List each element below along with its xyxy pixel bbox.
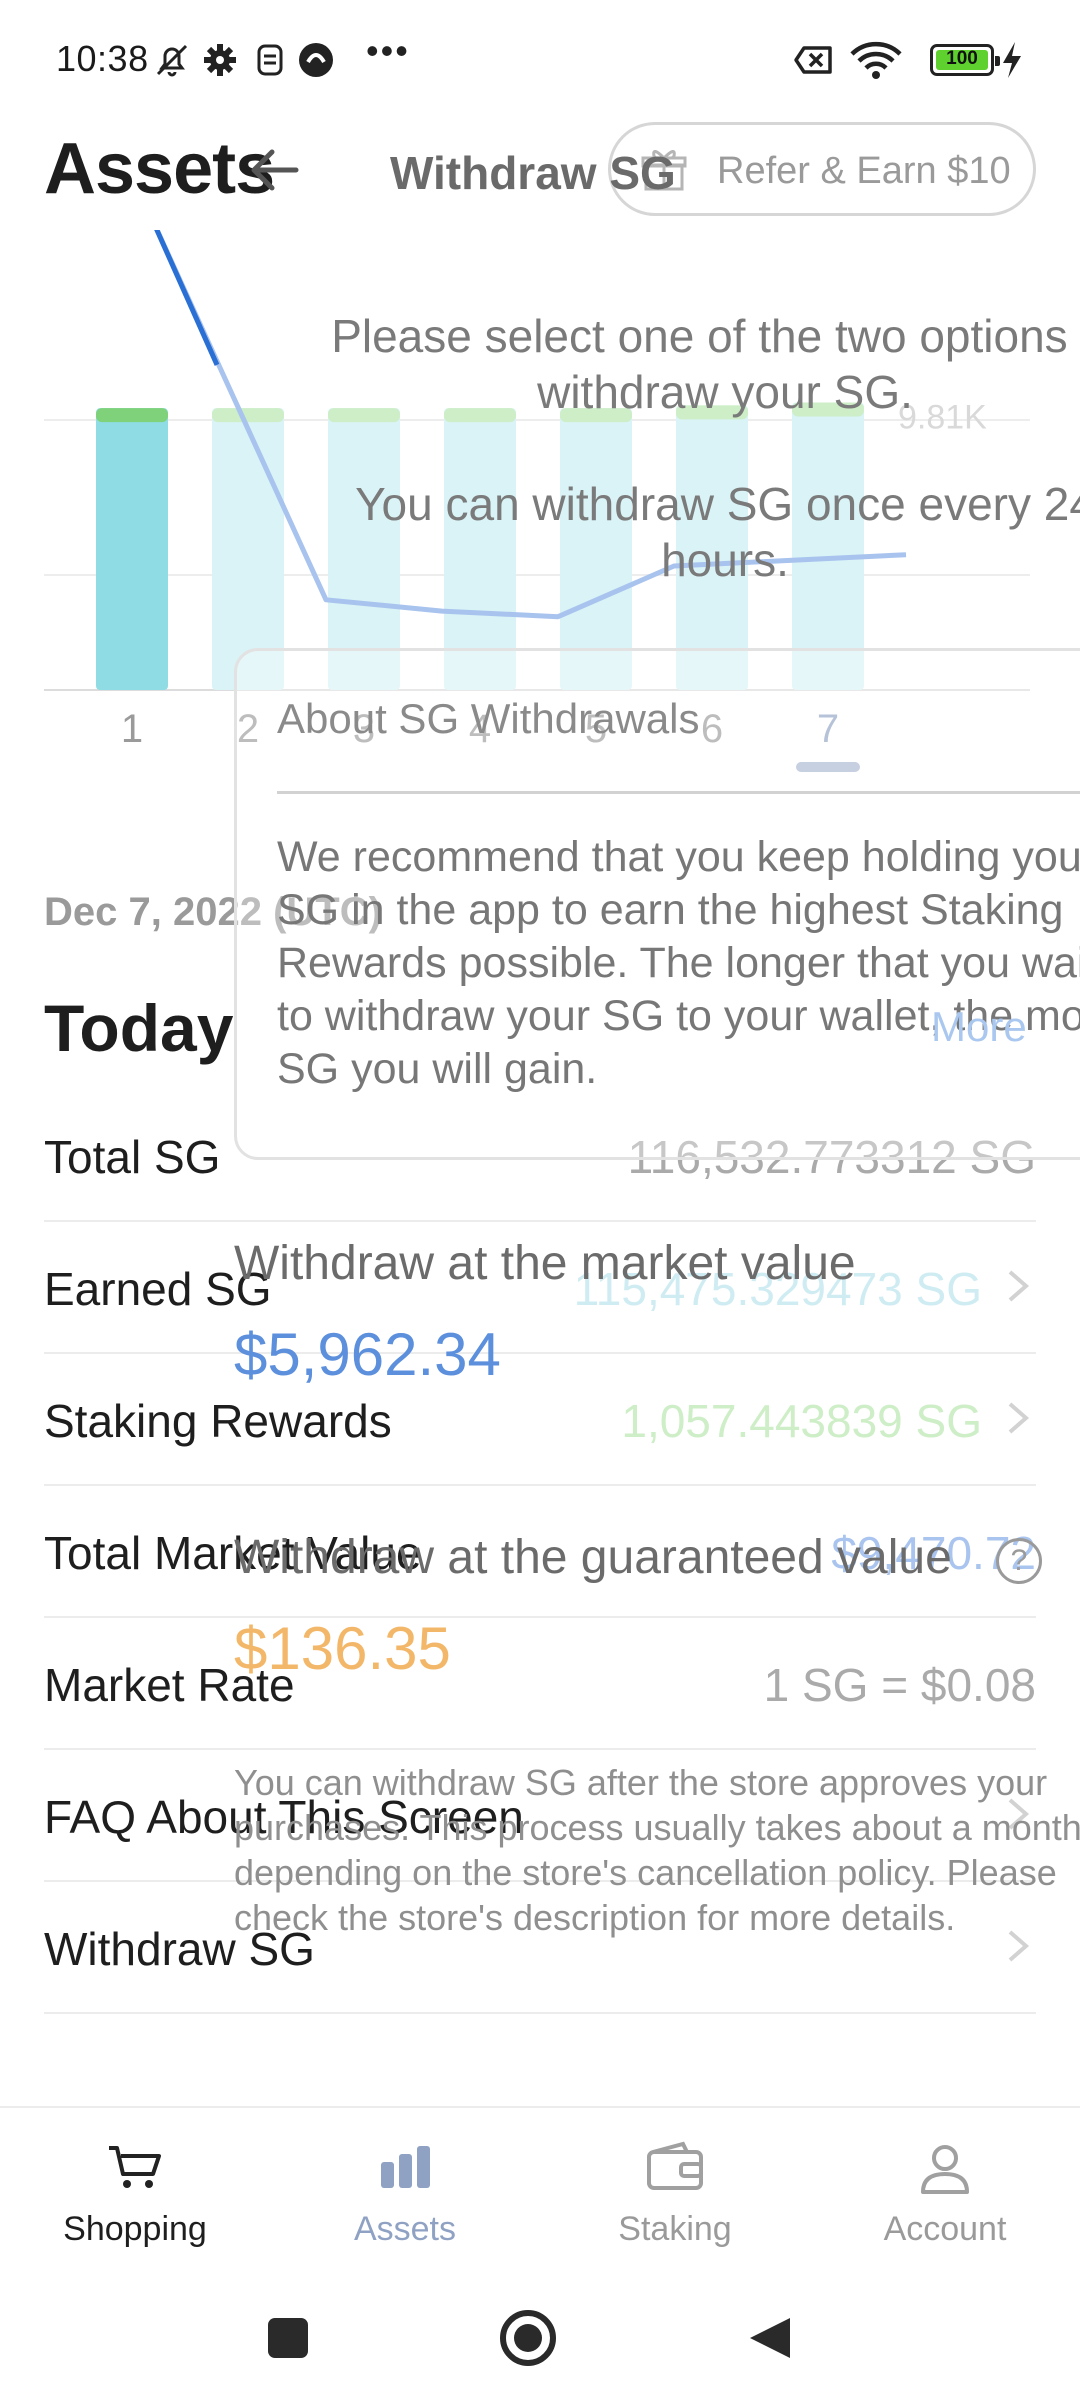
market-rate-label: Market Rate: [44, 1659, 295, 1711]
page-title: Assets: [44, 129, 275, 209]
peak-value-label: 9.81K: [898, 399, 987, 437]
chart-bar: [560, 408, 632, 690]
earned-sg-label: Earned SG: [44, 1263, 272, 1315]
staking-rewards-value: 1,057.443839 SG: [621, 1395, 982, 1447]
nav-staking[interactable]: Staking: [540, 2108, 810, 2278]
chart-bar-cap: [792, 402, 864, 417]
chart-bar-cap: [560, 408, 632, 423]
nav-assets[interactable]: Assets: [270, 2108, 540, 2278]
system-nav-bar: [268, 2310, 790, 2366]
status-time: 10:38: [56, 38, 149, 79]
chart-bar: [328, 408, 400, 690]
person-icon: [921, 2145, 969, 2194]
wifi-icon: [850, 41, 902, 79]
staking-rewards-row[interactable]: Staking Rewards 1,057.443839 SG: [44, 1354, 1036, 1486]
assets-chart: 1 2 3 4 5 6 7 9.81K: [44, 230, 1030, 772]
x-tick-label: 2: [237, 707, 259, 751]
nav-account[interactable]: Account: [810, 2108, 1080, 2278]
refer-earn-label: Refer & Earn $10: [717, 150, 1011, 192]
date-label: Dec 7, 2022 (UTC): [44, 890, 382, 934]
x-tick-label: 7: [817, 707, 839, 751]
chart-bar: [96, 408, 168, 690]
chart-line-highlight: [154, 230, 220, 366]
nav-shopping[interactable]: Shopping: [0, 2108, 270, 2278]
nav-account-label: Account: [883, 2210, 1007, 2248]
market-rate-row: Market Rate 1 SG = $0.08: [44, 1618, 1036, 1750]
charging-icon: [1003, 42, 1021, 78]
battery-icon: 100: [930, 44, 1000, 76]
chart-bar: [212, 408, 284, 690]
chart-bar: [444, 408, 516, 690]
total-market-value-row: Total Market Value $9,470.72: [44, 1486, 1036, 1618]
faq-row[interactable]: FAQ About This Screen: [44, 1750, 1036, 1882]
chevron-right-icon: [1008, 1798, 1030, 1830]
chevron-right-icon: [1008, 1402, 1030, 1434]
total-sg-row: Total SG 116,532.773312 SG: [44, 1090, 1036, 1222]
staking-rewards-label: Staking Rewards: [44, 1395, 392, 1447]
withdraw-sg-row[interactable]: Withdraw SG: [44, 1882, 1036, 2014]
today-heading: Today: [44, 991, 234, 1065]
selected-tab-indicator: [796, 762, 860, 772]
withdraw-sg-label: Withdraw SG: [44, 1923, 315, 1975]
gear-icon: [204, 44, 236, 76]
market-rate-value: 1 SG = $0.08: [763, 1659, 1036, 1711]
chart-bar-cap: [96, 408, 168, 423]
x-tick-label: 4: [469, 707, 491, 751]
earned-sg-value: 115,475.329473 SG: [573, 1263, 982, 1315]
more-notifications-icon: •••: [366, 30, 410, 71]
status-bar: 10:38 ••• 100: [0, 0, 1080, 120]
x-tick-label: 3: [353, 707, 375, 751]
refer-earn-button[interactable]: Refer & Earn $10: [608, 122, 1036, 216]
total-market-value-label: Total Market Value: [44, 1527, 422, 1579]
x-tick-label: 1: [121, 707, 143, 751]
nav-staking-label: Staking: [618, 2210, 732, 2248]
nav-shopping-label: Shopping: [63, 2210, 207, 2248]
app-icon: [257, 44, 283, 76]
bell-off-icon: [156, 44, 188, 77]
nav-assets-label: Assets: [353, 2210, 457, 2248]
recents-button[interactable]: [268, 2318, 308, 2358]
faq-label: FAQ About This Screen: [44, 1791, 524, 1843]
home-button[interactable]: [500, 2310, 556, 2366]
bottom-nav: Shopping Assets Staking Account: [0, 2106, 1080, 2276]
gift-icon: [641, 150, 687, 191]
about-withdrawals-body: We recommend that you keep holding your …: [277, 833, 1080, 1093]
chevron-right-icon: [1008, 1930, 1030, 1962]
x-tick-label: 6: [701, 707, 723, 751]
back-button[interactable]: [750, 2318, 790, 2358]
chart-bar: [792, 402, 864, 690]
x-tick-label: 5: [585, 707, 607, 751]
divider: [277, 791, 1080, 794]
total-sg-label: Total SG: [44, 1131, 221, 1183]
cart-icon: [109, 2146, 161, 2188]
chart-bar-cap: [676, 405, 748, 420]
chart-bar-cap: [444, 408, 516, 423]
more-link[interactable]: More: [931, 1003, 1027, 1051]
chart-bar-cap: [212, 408, 284, 423]
earned-sg-row[interactable]: Earned SG 115,475.329473 SG: [44, 1222, 1036, 1354]
chart-bar: [676, 405, 748, 690]
app-screen: 10:38 ••• 100 Assets Refer & Earn $10 1 …: [0, 0, 1080, 2400]
vpn-icon: [299, 43, 333, 77]
chevron-right-icon: [1008, 1270, 1030, 1302]
total-market-value-value: $9,470.72: [831, 1527, 1036, 1579]
bar-chart-icon: [381, 2146, 430, 2188]
sim-off-icon: [794, 46, 832, 74]
chart-bar-cap: [328, 408, 400, 423]
wallet-icon: [647, 2141, 703, 2190]
total-sg-value: 116,532.773312 SG: [627, 1131, 1036, 1183]
